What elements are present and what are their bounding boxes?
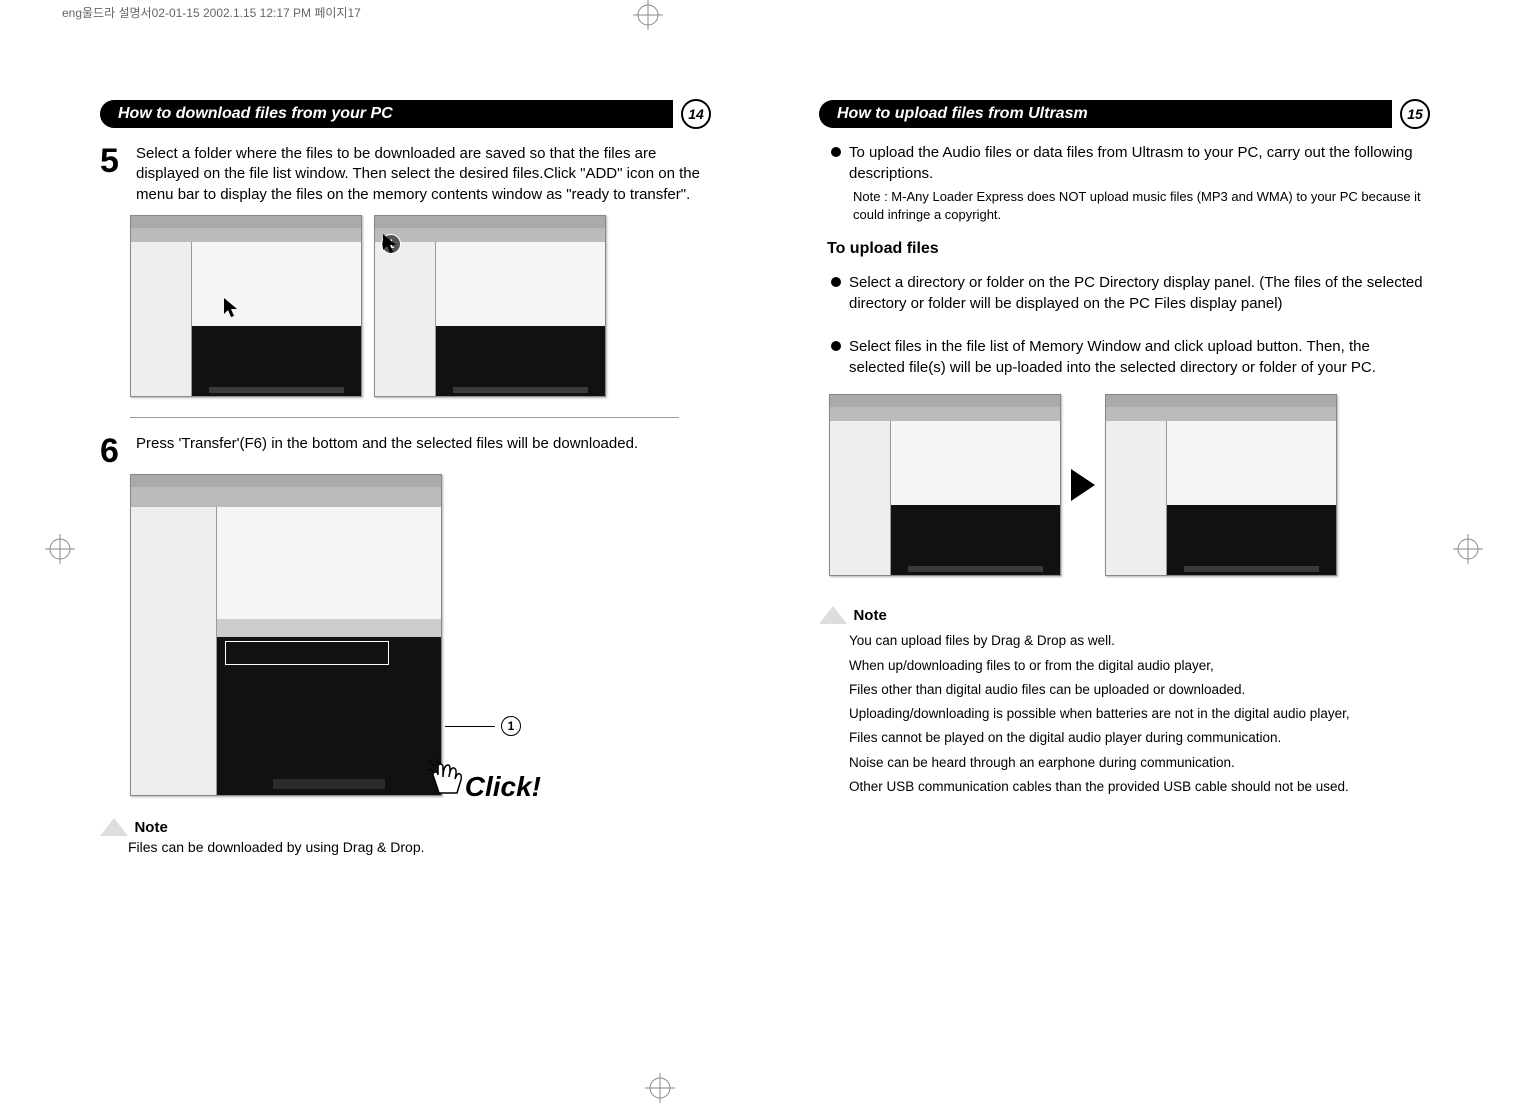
arrow-right-icon xyxy=(1071,469,1095,501)
crop-mark-right xyxy=(1453,534,1483,564)
bullet-icon xyxy=(831,341,841,351)
callout-leader-1: 1 xyxy=(445,716,521,736)
screenshot-add-left xyxy=(130,215,362,397)
divider-line xyxy=(130,417,679,418)
step5-screenshots: 1 xyxy=(100,215,709,397)
section-title-left: How to download files from your PC xyxy=(118,105,667,123)
step-6-text: Press 'Transfer'(F6) in the bottom and t… xyxy=(136,434,638,468)
upload-screens-row xyxy=(829,394,1428,576)
step-5-text: Select a folder where the files to be do… xyxy=(136,144,709,205)
note-item: Uploading/downloading is possible when b… xyxy=(849,704,1428,724)
upload-bullet-1-text: Select a directory or folder on the PC D… xyxy=(849,272,1428,314)
step-6: 6 Press 'Transfer'(F6) in the bottom and… xyxy=(100,434,709,468)
hand-cursor-icon xyxy=(425,757,467,799)
step-number-5: 5 xyxy=(100,144,128,205)
step-number-6: 6 xyxy=(100,434,128,468)
cursor-icon xyxy=(222,296,242,320)
upload-bullet-2-text: Select files in the file list of Memory … xyxy=(849,336,1428,378)
note-item: Noise can be heard through an earphone d… xyxy=(849,753,1428,773)
note-item: You can upload files by Drag & Drop as w… xyxy=(849,631,1428,651)
page-number-15: 15 xyxy=(1400,99,1430,129)
note-item: Files cannot be played on the digital au… xyxy=(849,728,1428,748)
memory-row-highlight xyxy=(225,641,389,665)
crop-info-text: eng울드라 설명서02-01-15 2002.1.15 12:17 PM 페이… xyxy=(62,4,361,21)
bullet-icon xyxy=(831,147,841,157)
section-title-right: How to upload files from Ultrasm xyxy=(837,105,1386,123)
intro-bullet: To upload the Audio files or data files … xyxy=(831,142,1428,184)
screenshot-upload-after xyxy=(1105,394,1337,576)
screenshot-add-right: 1 xyxy=(374,215,606,397)
note-item: Files other than digital audio files can… xyxy=(849,680,1428,700)
upload-subhead: To upload files xyxy=(827,240,1428,258)
intro-note: Note : M-Any Loader Express does NOT upl… xyxy=(853,188,1428,224)
ready-bar xyxy=(217,619,441,637)
upload-bullet-2: Select files in the file list of Memory … xyxy=(831,336,1428,378)
intro-text: To upload the Audio files or data files … xyxy=(849,142,1428,184)
note-item: When up/downloading files to or from the… xyxy=(849,656,1428,676)
click-label: Click! xyxy=(465,771,541,803)
crop-mark-bottom xyxy=(645,1073,675,1103)
screenshot-transfer: 1 Click! xyxy=(130,474,442,796)
note-body-left: Files can be downloaded by using Drag & … xyxy=(128,839,709,855)
note-triangle-icon xyxy=(819,606,847,624)
toolbar-callout-1: 1 xyxy=(381,234,401,254)
section-header-left: How to download files from your PC 14 xyxy=(100,100,709,128)
screenshot-upload-before xyxy=(829,394,1061,576)
note-item: Other USB communication cables than the … xyxy=(849,777,1428,797)
cursor-icon xyxy=(381,232,401,256)
page-left: How to download files from your PC 14 5 … xyxy=(100,100,709,855)
crop-mark-top xyxy=(633,0,663,30)
step-5: 5 Select a folder where the files to be … xyxy=(100,144,709,205)
transfer-button[interactable] xyxy=(273,779,385,789)
circled-1-right: 1 xyxy=(501,716,521,736)
note-label-left: Note xyxy=(134,815,167,836)
upload-bullet-1: Select a directory or folder on the PC D… xyxy=(831,272,1428,314)
note-triangle-icon xyxy=(100,818,128,836)
notes-list: You can upload files by Drag & Drop as w… xyxy=(849,631,1428,797)
page-right: How to upload files from Ultrasm 15 To u… xyxy=(819,100,1428,855)
section-header-right: How to upload files from Ultrasm 15 xyxy=(819,100,1428,128)
note-label-right: Note xyxy=(853,603,886,624)
bullet-icon xyxy=(831,277,841,287)
crop-mark-left xyxy=(45,534,75,564)
page-number-14: 14 xyxy=(681,99,711,129)
